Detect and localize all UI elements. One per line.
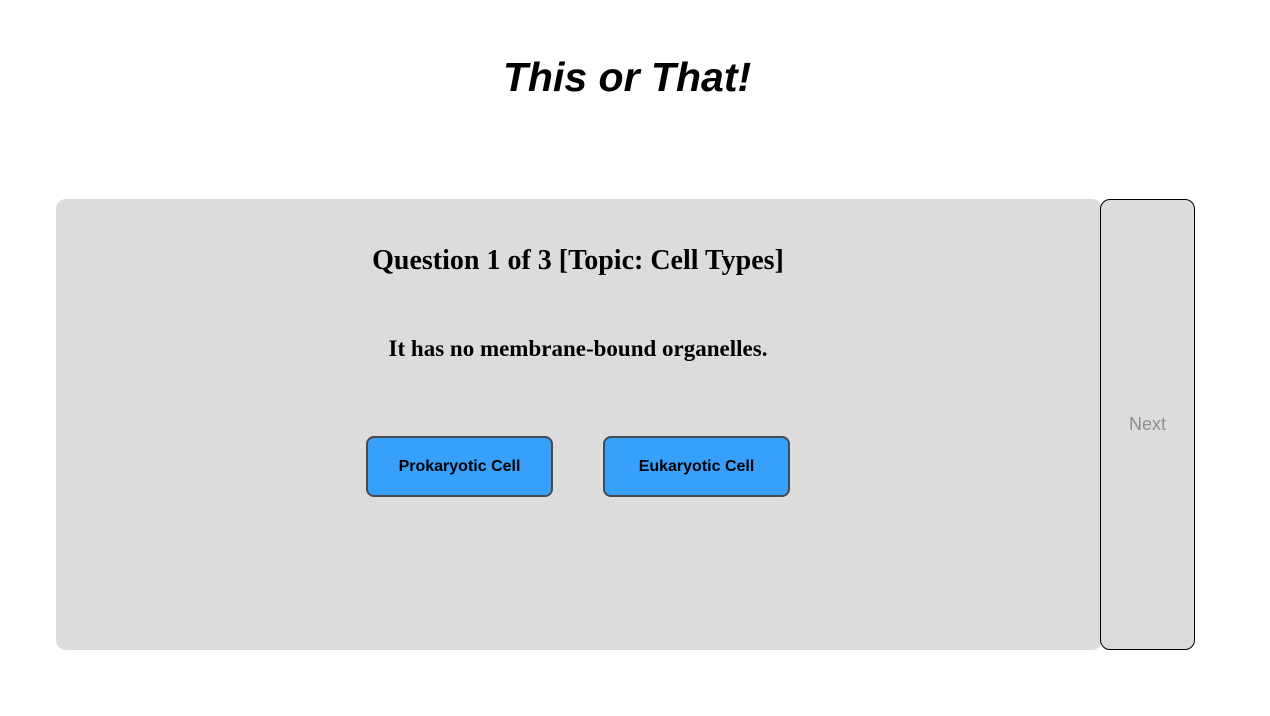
next-button[interactable]: Next: [1100, 199, 1195, 650]
page-title: This or That!: [502, 54, 752, 100]
answer-button-eukaryotic[interactable]: Eukaryotic Cell: [603, 436, 790, 497]
question-heading: Question 1 of 3 [Topic: Cell Types]: [372, 245, 784, 276]
answer-button-prokaryotic[interactable]: Prokaryotic Cell: [366, 436, 553, 497]
quiz-card: Question 1 of 3 [Topic: Cell Types] It h…: [56, 199, 1102, 650]
question-statement: It has no membrane-bound organelles.: [388, 336, 768, 361]
